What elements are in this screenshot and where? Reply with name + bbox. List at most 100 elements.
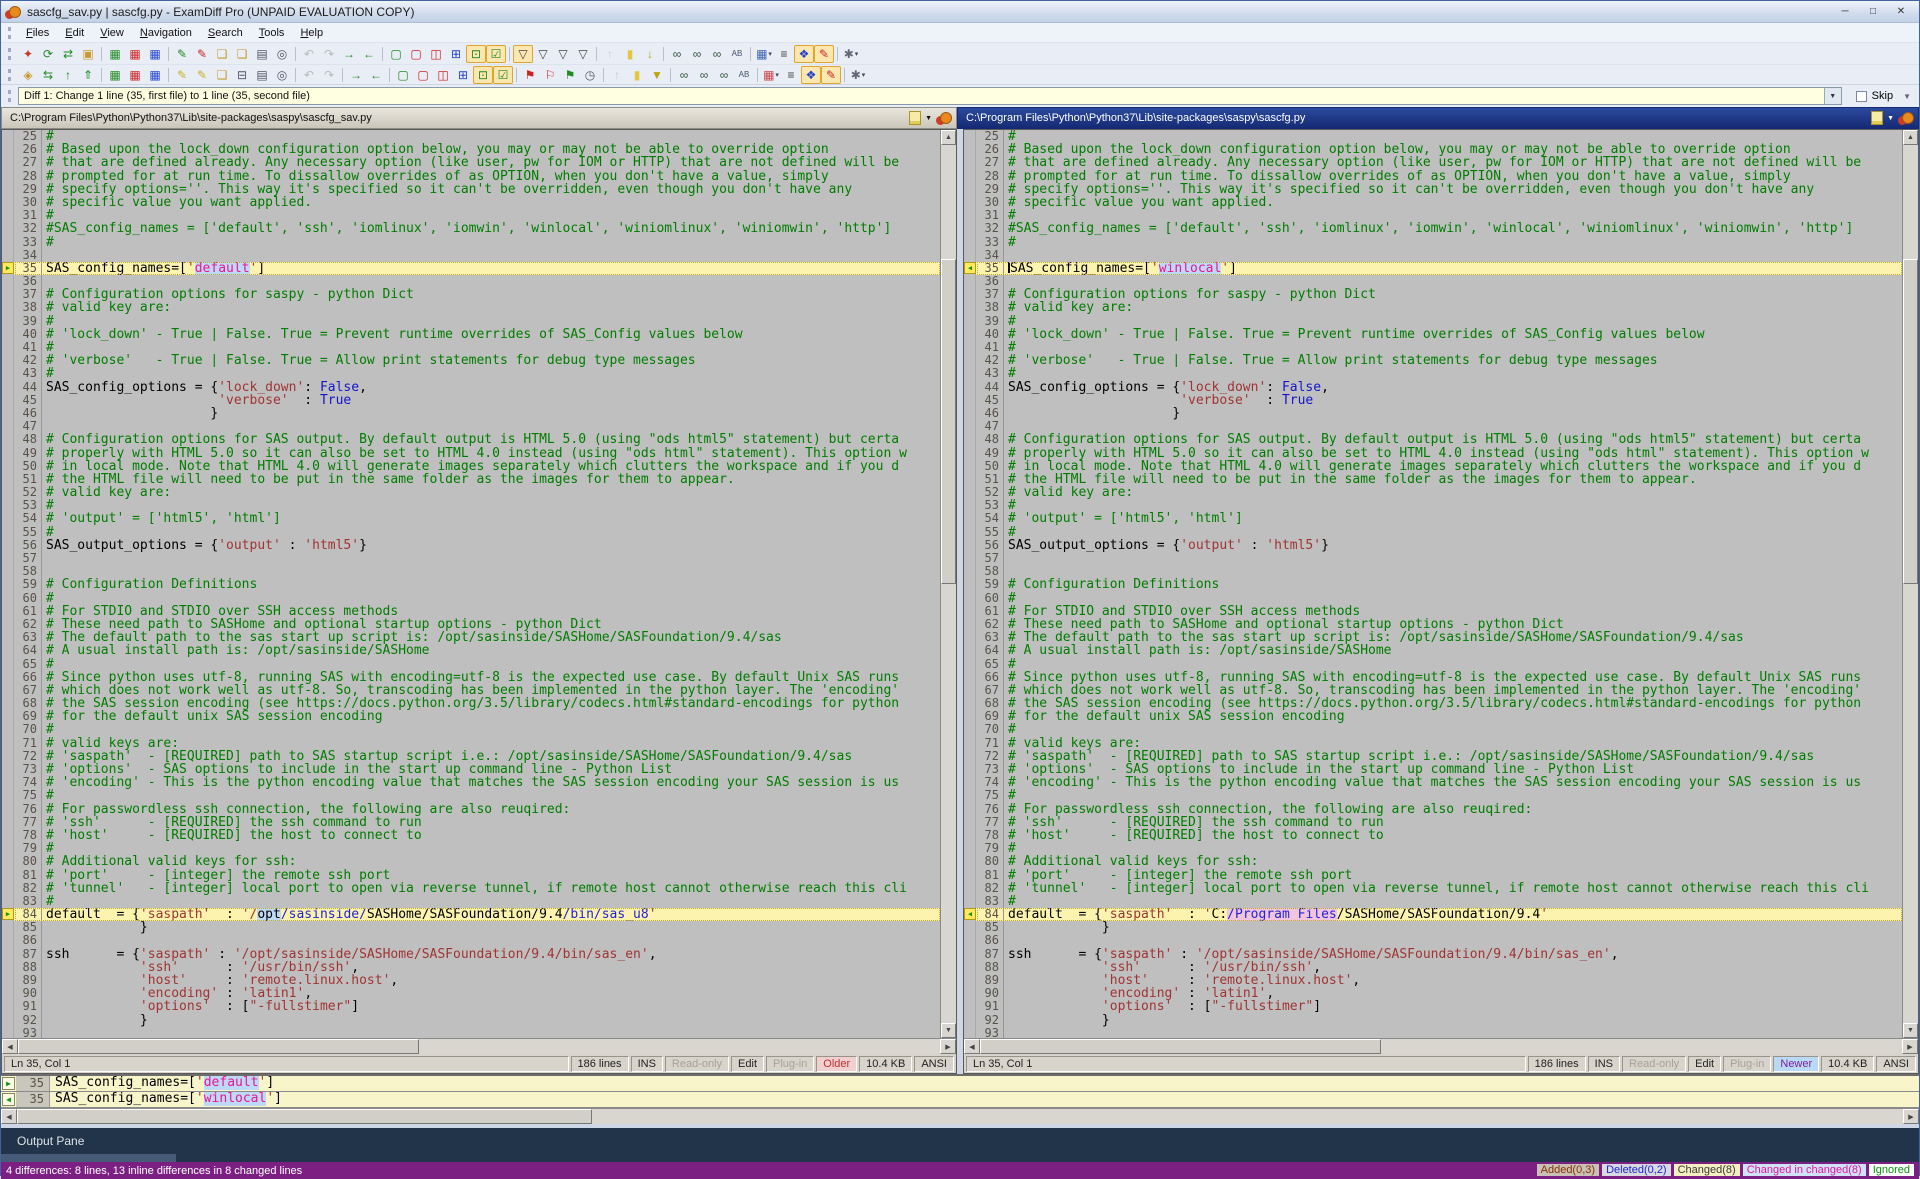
code-line[interactable]: 54# 'output' = ['html5', 'html'] (964, 512, 1902, 525)
code-line[interactable]: 81# 'port' - [integer] the remote ssh po… (2, 869, 940, 882)
code-line[interactable]: 76# For passwordless ssh connection, the… (2, 803, 940, 816)
next-change-icon[interactable]: → (346, 66, 366, 84)
scroll-right-arrow-icon[interactable]: ▶ (1903, 1109, 1919, 1124)
code-line[interactable]: 83# (2, 895, 940, 908)
code-line[interactable]: ◀84default = {'saspath' : 'C:/Program Fi… (964, 908, 1902, 921)
find-icon[interactable]: ∞ (667, 45, 687, 63)
copy-to-second-icon[interactable]: ▶ (2, 1077, 15, 1090)
compare-cherry-icon[interactable] (1898, 111, 1914, 125)
code-line[interactable]: 47 (964, 420, 1902, 433)
code-line[interactable]: 59# Configuration Definitions (2, 578, 940, 591)
toolbar-grip[interactable] (8, 90, 11, 102)
show-different-icon[interactable]: ▢ (406, 45, 426, 63)
code-line[interactable]: 56SAS_output_options = {'output' : 'html… (2, 539, 940, 552)
code-line[interactable]: 85 } (964, 921, 1902, 934)
code-line[interactable]: 43# (964, 367, 1902, 380)
code-line[interactable]: 64# A usual install path is: /opt/sasins… (2, 644, 940, 657)
search3-icon[interactable]: ∞ (714, 66, 734, 84)
code-line[interactable]: 78# 'host' - [REQUIRED] the host to conn… (2, 829, 940, 842)
code-line[interactable]: 71# valid keys are: (2, 737, 940, 750)
next-pair-icon[interactable]: → (339, 45, 359, 63)
chevron-down-icon[interactable]: ▼ (925, 115, 932, 122)
code-line[interactable]: ▶84default = {'saspath' : '/opt/sasinsid… (2, 908, 940, 921)
second-file-editor[interactable]: 25#26# Based upon the lock_down configur… (964, 130, 1902, 1038)
scroll-right-arrow-icon[interactable]: ▶ (940, 1039, 956, 1054)
scroll-up-arrow-icon[interactable]: ▲ (941, 130, 956, 145)
bookmark-clear-icon[interactable]: ⚐ (540, 66, 560, 84)
first-file-path[interactable]: C:\Program Files\Python\Python37\Lib\sit… (10, 112, 905, 124)
code-line[interactable]: 62# These need path to SASHome and optio… (964, 618, 1902, 631)
code-line[interactable]: 44SAS_config_options = {'lock_down': Fal… (2, 381, 940, 394)
menu-search[interactable]: Search (200, 25, 251, 41)
code-line[interactable]: 58 (964, 565, 1902, 578)
scroll-left-arrow-icon[interactable]: ◀ (1, 1109, 17, 1124)
search1-icon[interactable]: ∞ (674, 66, 694, 84)
undo-icon[interactable]: ↶ (299, 45, 319, 63)
code-line[interactable]: 29# specify options=''. This way it's sp… (2, 183, 940, 196)
diff-selector-combo[interactable]: Diff 1: Change 1 line (35, first file) t… (18, 87, 1842, 105)
code-line[interactable]: 60# (964, 592, 1902, 605)
print2-icon[interactable]: ▤ (252, 66, 272, 84)
code-line[interactable]: 93 (964, 1027, 1902, 1038)
second-file-path[interactable]: C:\Program Files\Python\Python37\Lib\sit… (966, 112, 1867, 124)
scroll-left-arrow-icon[interactable]: ◀ (964, 1039, 980, 1054)
code-line[interactable]: 56SAS_output_options = {'output' : 'html… (964, 539, 1902, 552)
pane-check-icon[interactable]: ☑ (493, 66, 513, 84)
save-first-icon[interactable]: ▦ (105, 45, 125, 63)
doc-pair-icon[interactable]: ⊟ (232, 66, 252, 84)
current-diff-icon[interactable]: ▮ (620, 45, 640, 63)
code-line[interactable]: 30# specific value you want applied. (2, 196, 940, 209)
next-diff-icon[interactable]: ↓ (640, 45, 660, 63)
code-line[interactable]: 81# 'port' - [integer] the remote ssh po… (964, 869, 1902, 882)
toolbar-grip[interactable] (8, 69, 11, 81)
code-line[interactable]: 79# (2, 842, 940, 855)
print-icon[interactable]: ▤ (252, 45, 272, 63)
code-line[interactable]: 46 } (2, 407, 940, 420)
code-line[interactable]: 55# (964, 526, 1902, 539)
scrollbar-thumb[interactable] (1903, 259, 1918, 584)
code-line[interactable]: 63# The default path to the sas start up… (964, 631, 1902, 644)
code-line[interactable]: 37# Configuration options for saspy - py… (964, 288, 1902, 301)
recompare-icon[interactable]: ⟳ (38, 45, 58, 63)
redo-icon[interactable]: ↷ (319, 45, 339, 63)
report-icon[interactable]: ≡ (774, 45, 794, 63)
settings-icon[interactable]: ✱▾ (848, 66, 868, 84)
code-line[interactable]: 33# (964, 236, 1902, 249)
view-edit-icon[interactable]: ✎ (821, 66, 841, 84)
code-line[interactable]: 41# (964, 341, 1902, 354)
code-line[interactable]: 49# properly with HTML 5.0 so it can als… (964, 447, 1902, 460)
code-line[interactable]: 40# 'lock_down' - True | False. True = P… (2, 328, 940, 341)
code-line[interactable]: 60# (2, 592, 940, 605)
scrollbar-thumb[interactable] (17, 1109, 592, 1124)
bookmark-green-icon[interactable]: ⚑ (560, 66, 580, 84)
horizontal-scrollbar[interactable]: ◀ ▶ (964, 1038, 1918, 1054)
copy-first-icon[interactable]: ❏ (212, 45, 232, 63)
plugins-icon[interactable]: ❖ (794, 45, 814, 63)
code-line[interactable]: 44SAS_config_options = {'lock_down': Fal… (964, 381, 1902, 394)
code-line[interactable]: 76# For passwordless ssh connection, the… (964, 803, 1902, 816)
code-line[interactable]: 69# for the default unix SAS session enc… (2, 710, 940, 723)
code-line[interactable]: 72# 'saspath' - [REQUIRED] path to SAS s… (964, 750, 1902, 763)
code-line[interactable]: 91 'options' : ["-fullstimer"] (2, 1000, 940, 1013)
pane-different-icon[interactable]: ▢ (413, 66, 433, 84)
compare-files-icon[interactable]: ✦ (18, 45, 38, 63)
code-line[interactable]: 73# 'options' - SAS options to include i… (964, 763, 1902, 776)
code-line[interactable]: 86 (964, 934, 1902, 947)
skip-checkbox[interactable] (1856, 91, 1867, 102)
menu-help[interactable]: Help (292, 25, 331, 41)
edit-left-icon[interactable]: ✎ (172, 66, 192, 84)
show-left-only-icon[interactable]: ◫ (426, 45, 446, 63)
code-line[interactable]: 64# A usual install path is: /opt/sasins… (964, 644, 1902, 657)
match-words-icon[interactable]: AB (734, 66, 754, 84)
search2-icon[interactable]: ∞ (694, 66, 714, 84)
code-line[interactable]: 91 'options' : ["-fullstimer"] (964, 1000, 1902, 1013)
save-first2-icon[interactable]: ▦ (105, 66, 125, 84)
find-next-icon[interactable]: ∞ (687, 45, 707, 63)
edit-first-icon[interactable]: ✎ (172, 45, 192, 63)
prev-change-icon[interactable]: ← (366, 66, 386, 84)
copy-second-icon[interactable]: ❏ (232, 45, 252, 63)
current-block-icon[interactable]: ▮ (627, 66, 647, 84)
match-case-icon[interactable]: AB (727, 45, 747, 63)
scrollbar-thumb[interactable] (980, 1039, 1381, 1054)
code-line[interactable]: 65# (2, 658, 940, 671)
